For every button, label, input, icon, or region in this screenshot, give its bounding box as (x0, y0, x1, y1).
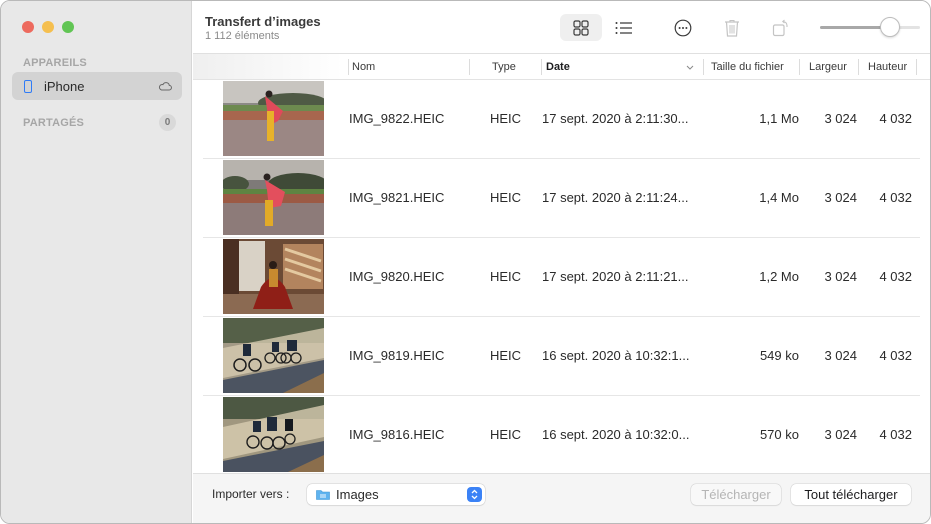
column-separator (348, 59, 349, 75)
file-type: HEIC (490, 269, 522, 284)
sidebar: APPAREILS iPhone PARTAGÉS 0 (1, 1, 192, 523)
column-separator (799, 59, 800, 75)
image-height: 4 032 (879, 190, 912, 205)
maximize-button[interactable] (62, 21, 74, 33)
image-width: 3 024 (824, 190, 857, 205)
image-height: 4 032 (879, 111, 912, 126)
file-date: 17 sept. 2020 à 2:11:21... (542, 269, 689, 284)
slider-knob[interactable] (880, 17, 900, 37)
image-height: 4 032 (879, 269, 912, 284)
destination-label: Images (336, 487, 379, 502)
table-row[interactable]: IMG_9821.HEIC HEIC 17 sept. 2020 à 2:11:… (203, 159, 920, 238)
iphone-icon (24, 79, 32, 93)
image-width: 3 024 (824, 348, 857, 363)
grid-view-button[interactable] (560, 14, 602, 41)
import-destination-popup[interactable]: Images (307, 484, 485, 505)
table-header: Nom Type Date Taille du fichier Largeur … (193, 54, 930, 80)
table-row[interactable]: IMG_9822.HEIC HEIC 17 sept. 2020 à 2:11:… (203, 80, 920, 159)
file-type: HEIC (490, 348, 522, 363)
import-to-label: Importer vers : (212, 487, 290, 501)
rotate-button[interactable] (760, 14, 802, 41)
toolbar: Transfert d’images 1 112 éléments (193, 1, 930, 54)
file-name: IMG_9821.HEIC (349, 190, 445, 205)
close-button[interactable] (22, 21, 34, 33)
column-separator (703, 59, 704, 75)
image-width: 3 024 (824, 269, 857, 284)
table-row[interactable]: IMG_9816.HEIC HEIC 16 sept. 2020 à 10:32… (203, 396, 920, 473)
sort-descending-icon (686, 65, 694, 70)
column-separator (916, 59, 917, 75)
image-height: 4 032 (879, 348, 912, 363)
rotate-icon (772, 19, 788, 36)
thumbnail-image (223, 81, 324, 156)
file-name: IMG_9820.HEIC (349, 269, 445, 284)
thumbnail-image (223, 160, 324, 235)
ellipsis-circle-icon (674, 19, 692, 36)
column-header-size[interactable]: Taille du fichier (711, 61, 784, 73)
file-size: 1,2 Mo (759, 269, 799, 284)
column-header-height[interactable]: Hauteur (868, 61, 907, 73)
file-name: IMG_9816.HEIC (349, 427, 445, 442)
delete-button[interactable] (711, 14, 753, 41)
download-all-button[interactable]: Tout télécharger (791, 484, 911, 505)
image-width: 3 024 (824, 111, 857, 126)
list-icon (615, 21, 632, 34)
column-header-name[interactable]: Nom (352, 61, 375, 73)
more-actions-button[interactable] (662, 14, 704, 41)
footer-bar: Importer vers : Images Télécharger Tout … (193, 473, 930, 523)
file-name: IMG_9819.HEIC (349, 348, 445, 363)
column-header-date[interactable]: Date (546, 61, 570, 73)
file-date: 17 sept. 2020 à 2:11:30... (542, 111, 689, 126)
section-shared-label: PARTAGÉS (23, 117, 85, 129)
minimize-button[interactable] (42, 21, 54, 33)
trash-icon (725, 19, 739, 37)
file-name: IMG_9822.HEIC (349, 111, 445, 126)
file-type: HEIC (490, 427, 522, 442)
image-table: IMG_9822.HEIC HEIC 17 sept. 2020 à 2:11:… (193, 80, 930, 473)
thumbnail-image (223, 239, 324, 314)
download-button[interactable]: Télécharger (691, 484, 781, 505)
sidebar-item-label: iPhone (44, 78, 85, 94)
sidebar-item-iphone[interactable]: iPhone (12, 72, 182, 100)
file-date: 17 sept. 2020 à 2:11:24... (542, 190, 689, 205)
image-capture-window: APPAREILS iPhone PARTAGÉS 0 Transfert d’… (0, 0, 931, 524)
list-view-button[interactable] (603, 14, 645, 41)
popup-chevrons-icon (467, 487, 482, 502)
column-header-type[interactable]: Type (492, 61, 516, 73)
file-size: 549 ko (759, 348, 799, 363)
file-size: 1,1 Mo (759, 111, 799, 126)
thumbnail-image (223, 397, 324, 472)
folder-icon (316, 490, 330, 500)
file-size: 1,4 Mo (759, 190, 799, 205)
grid-icon (573, 19, 589, 36)
image-height: 4 032 (879, 427, 912, 442)
column-separator (858, 59, 859, 75)
window-title: Transfert d’images (205, 14, 321, 29)
file-type: HEIC (490, 190, 522, 205)
cloud-icon (158, 82, 172, 91)
column-header-width[interactable]: Largeur (809, 61, 847, 73)
window-controls (22, 21, 74, 33)
thumbnail-image (223, 318, 324, 393)
file-type: HEIC (490, 111, 522, 126)
shared-count-badge: 0 (159, 114, 176, 131)
column-separator (541, 59, 542, 75)
table-row[interactable]: IMG_9820.HEIC HEIC 17 sept. 2020 à 2:11:… (203, 238, 920, 317)
item-count: 1 112 éléments (205, 30, 280, 42)
file-size: 570 ko (759, 427, 799, 442)
file-date: 16 sept. 2020 à 10:32:1... (542, 348, 690, 363)
image-width: 3 024 (824, 427, 857, 442)
file-date: 16 sept. 2020 à 10:32:0... (542, 427, 690, 442)
table-row[interactable]: IMG_9819.HEIC HEIC 16 sept. 2020 à 10:32… (203, 317, 920, 396)
column-separator (469, 59, 470, 75)
thumbnail-size-slider[interactable] (820, 17, 920, 37)
section-devices-label: APPAREILS (23, 57, 87, 69)
